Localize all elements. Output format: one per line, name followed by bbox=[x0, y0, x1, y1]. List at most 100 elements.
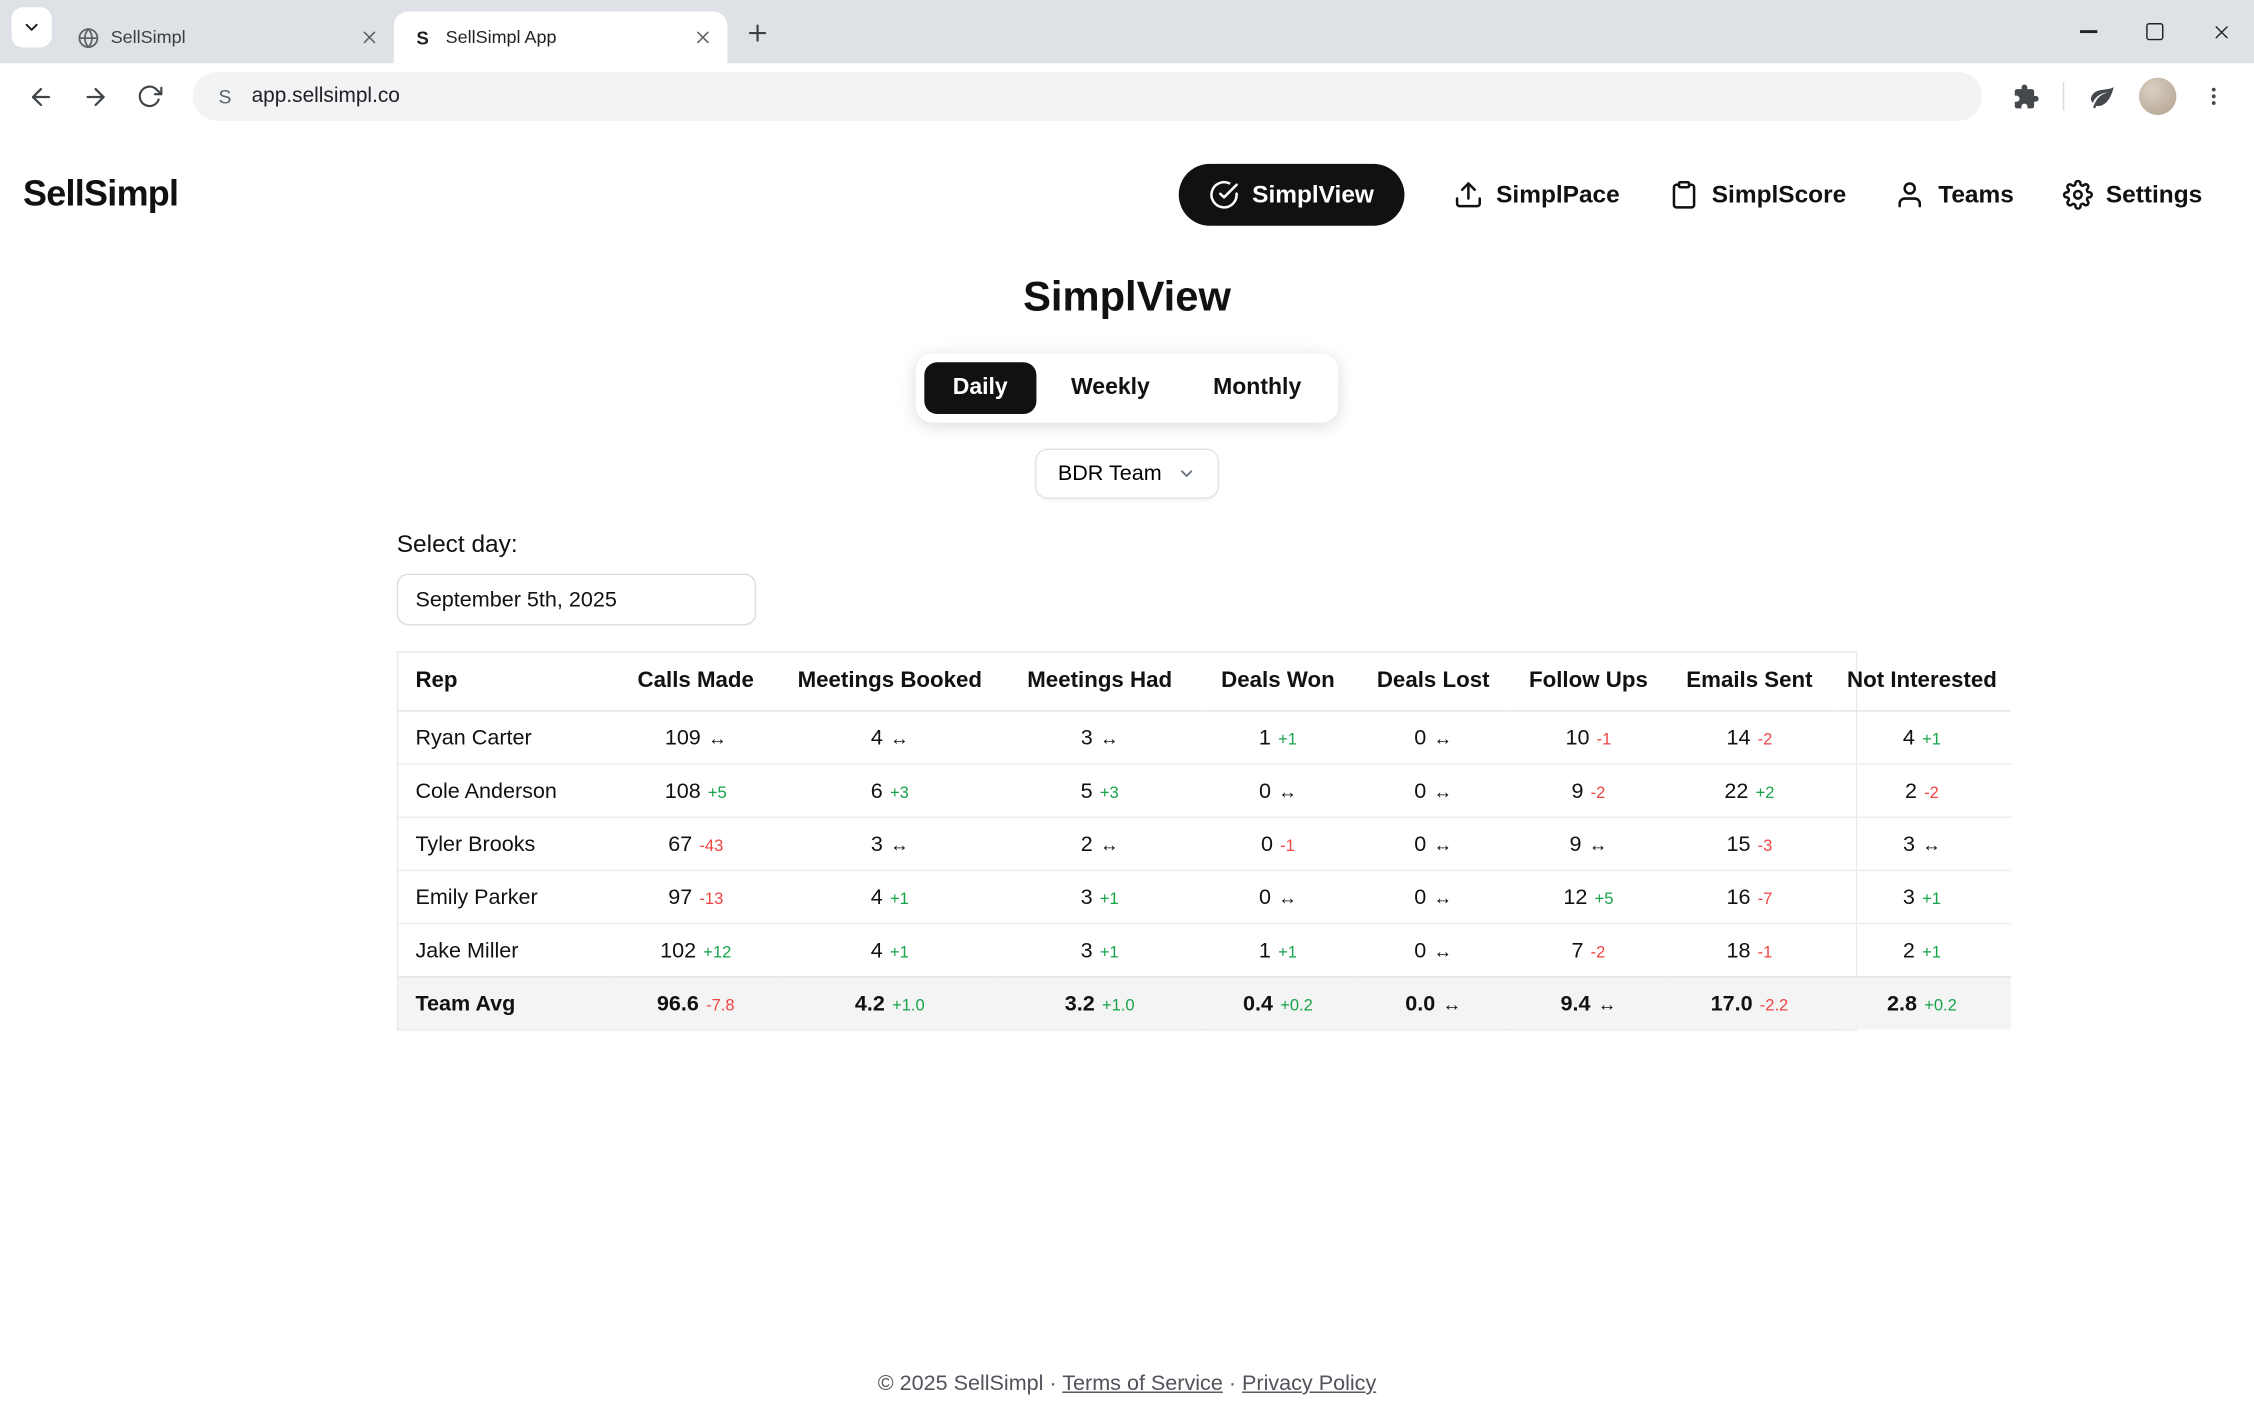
delta-down: -13 bbox=[699, 891, 723, 908]
delta-down: -1 bbox=[1758, 944, 1773, 961]
metric-value: 0 bbox=[1414, 778, 1426, 802]
metric-cell: 1+1 bbox=[1200, 712, 1355, 765]
metric-cell: 109↔ bbox=[611, 712, 781, 765]
terms-of-service-link[interactable]: Terms of Service bbox=[1062, 1371, 1223, 1395]
period-tab-daily[interactable]: Daily bbox=[924, 362, 1036, 414]
delta-down: -3 bbox=[1758, 837, 1773, 854]
browser-menu-button[interactable] bbox=[2188, 70, 2240, 122]
metric-cell: 18-1 bbox=[1666, 924, 1833, 977]
metric-value: 4 bbox=[871, 938, 883, 962]
nav-simplpace[interactable]: SimplPace bbox=[1453, 180, 1620, 210]
metric-cell: 10-1 bbox=[1511, 712, 1666, 765]
table-row: Cole Anderson108+56+35+30↔0↔9-222+22-2 bbox=[398, 765, 2011, 818]
metric-value: 5 bbox=[1081, 778, 1093, 802]
metric-cell: 2↔ bbox=[999, 818, 1200, 871]
metric-cell: 12+5 bbox=[1511, 871, 1666, 924]
metric-value: 9 bbox=[1570, 832, 1582, 856]
column-header-deals-won: Deals Won bbox=[1200, 653, 1355, 712]
delta-down: -7 bbox=[1758, 891, 1773, 908]
metric-cell: 96.6-7.8 bbox=[611, 978, 781, 1030]
close-button[interactable] bbox=[2188, 0, 2254, 63]
metric-cell: 1+1 bbox=[1200, 924, 1355, 977]
delta-down: -2.2 bbox=[1760, 997, 1789, 1014]
metric-value: 0.4 bbox=[1243, 991, 1273, 1015]
metric-cell: 0.0↔ bbox=[1356, 978, 1511, 1030]
metric-cell: 67-43 bbox=[611, 818, 781, 871]
metric-value: 0 bbox=[1414, 885, 1426, 909]
rep-name: Cole Anderson bbox=[398, 765, 611, 818]
nav-item-label: SimplScore bbox=[1712, 180, 1846, 209]
metric-cell: 3+1 bbox=[1833, 871, 2011, 924]
metric-cell: 3↔ bbox=[781, 818, 1000, 871]
metric-cell: 0.4+0.2 bbox=[1200, 978, 1355, 1030]
metric-value: 3.2 bbox=[1065, 991, 1095, 1015]
metric-value: 15 bbox=[1726, 832, 1750, 856]
metric-cell: 3↔ bbox=[999, 712, 1200, 765]
performance-button[interactable] bbox=[2076, 70, 2128, 122]
no-change-arrow-icon: ↔ bbox=[1278, 780, 1297, 802]
nav-settings[interactable]: Settings bbox=[2063, 180, 2203, 210]
table-header-row: RepCalls MadeMeetings BookedMeetings Had… bbox=[398, 653, 2011, 712]
chevron-down-icon bbox=[1177, 464, 1196, 483]
address-bar[interactable]: S app.sellsimpl.co bbox=[193, 72, 1983, 121]
team-selector[interactable]: BDR Team bbox=[1035, 449, 1219, 499]
tab-sellsimpl[interactable]: SellSimpl bbox=[60, 12, 394, 64]
metric-cell: 4+1 bbox=[781, 871, 1000, 924]
tab-close-button[interactable] bbox=[690, 24, 716, 50]
delta-up: +3 bbox=[1100, 784, 1119, 801]
chevron-down-icon bbox=[22, 17, 42, 37]
metric-value: 12 bbox=[1563, 885, 1587, 909]
nav-simplview[interactable]: SimplView bbox=[1179, 164, 1404, 226]
nav-simplscore[interactable]: SimplScore bbox=[1669, 180, 1847, 210]
no-change-arrow-icon: ↔ bbox=[1433, 833, 1452, 855]
day-input[interactable] bbox=[397, 574, 756, 626]
tab-close-button[interactable] bbox=[357, 24, 383, 50]
forward-button[interactable] bbox=[69, 70, 121, 122]
column-header-meetings-had: Meetings Had bbox=[999, 653, 1200, 712]
metric-value: 0 bbox=[1259, 778, 1271, 802]
rep-name: Team Avg bbox=[398, 978, 611, 1030]
metric-value: 0 bbox=[1414, 938, 1426, 962]
metric-value: 0 bbox=[1414, 725, 1426, 749]
delta-up: +12 bbox=[703, 944, 731, 961]
metric-value: 10 bbox=[1565, 725, 1589, 749]
no-change-arrow-icon: ↔ bbox=[1100, 833, 1119, 855]
close-icon bbox=[2212, 22, 2231, 41]
period-tab-monthly[interactable]: Monthly bbox=[1184, 362, 1330, 414]
profile-avatar[interactable] bbox=[2139, 78, 2176, 115]
no-change-arrow-icon: ↔ bbox=[1442, 993, 1461, 1015]
delta-down: -2 bbox=[1591, 784, 1606, 801]
delta-up: +1 bbox=[1100, 891, 1119, 908]
metric-cell: 9↔ bbox=[1511, 818, 1666, 871]
extensions-button[interactable] bbox=[2000, 70, 2052, 122]
plus-icon bbox=[745, 20, 771, 46]
day-picker-section: Select day: bbox=[397, 530, 1858, 625]
metric-value: 102 bbox=[660, 938, 696, 962]
back-button[interactable] bbox=[14, 70, 66, 122]
metric-value: 0 bbox=[1414, 832, 1426, 856]
metric-cell: 4+1 bbox=[781, 924, 1000, 977]
no-change-arrow-icon: ↔ bbox=[1598, 993, 1617, 1015]
metric-value: 2 bbox=[1081, 832, 1093, 856]
privacy-policy-link[interactable]: Privacy Policy bbox=[1242, 1371, 1376, 1395]
column-header-calls-made: Calls Made bbox=[611, 653, 781, 712]
metric-cell: 3+1 bbox=[999, 871, 1200, 924]
metric-value: 17.0 bbox=[1711, 991, 1753, 1015]
metric-cell: 14-2 bbox=[1666, 712, 1833, 765]
period-tab-weekly[interactable]: Weekly bbox=[1042, 362, 1178, 414]
new-tab-button[interactable] bbox=[736, 12, 779, 55]
site-favicon: S bbox=[219, 86, 232, 108]
no-change-arrow-icon: ↔ bbox=[1278, 886, 1297, 908]
metric-cell: 4↔ bbox=[781, 712, 1000, 765]
minimize-button[interactable] bbox=[2056, 0, 2122, 63]
delta-up: +1 bbox=[1100, 944, 1119, 961]
no-change-arrow-icon: ↔ bbox=[1433, 886, 1452, 908]
reload-button[interactable] bbox=[124, 70, 176, 122]
nav-teams[interactable]: Teams bbox=[1895, 180, 2014, 210]
delta-down: -2 bbox=[1924, 784, 1939, 801]
tab-sellsimpl-app[interactable]: S SellSimpl App bbox=[394, 12, 728, 64]
maximize-button[interactable] bbox=[2122, 0, 2188, 63]
tab-search-button[interactable] bbox=[12, 6, 52, 46]
metric-value: 7 bbox=[1571, 938, 1583, 962]
metric-value: 97 bbox=[668, 885, 692, 909]
